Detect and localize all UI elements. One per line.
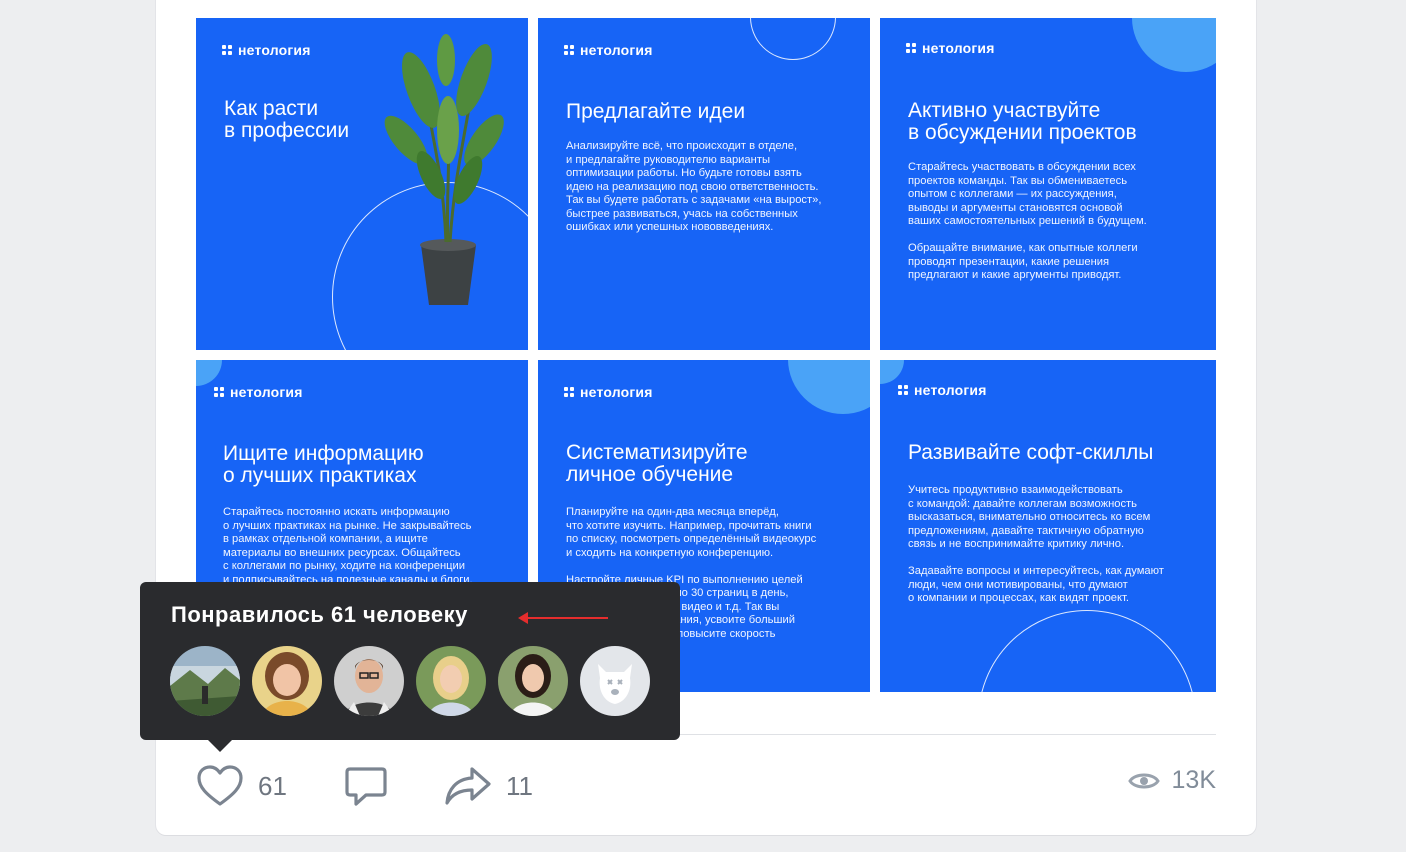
decor-circle [978,610,1196,692]
avatar[interactable] [416,646,486,716]
like-button[interactable]: 61 [196,764,287,808]
brand-logo: нетология [906,40,995,56]
slide-text: Старайтесь участвовать в обсуждении всех… [908,161,1147,281]
brand-logo: нетология [222,42,311,58]
plant-image [384,34,504,305]
slide-text: Учитесь продуктивно взаимодействовать с … [908,484,1164,604]
decor-circle [196,360,222,386]
slide-title: Систематизируйте личное обучение [566,441,748,486]
share-arrow-icon [445,767,491,805]
slide-title: Ищите информацию о лучших практиках [223,442,424,487]
slide-title: Активно участвуйте в обсуждении проектов [908,99,1137,144]
brand-logo: нетология [898,382,987,398]
brand-logo: нетология [564,384,653,400]
logo-icon [214,387,224,397]
decor-circle [788,360,870,414]
share-count: 11 [506,770,533,801]
likes-tooltip: Понравилось 61 человеку [140,582,680,752]
share-button[interactable]: 11 [444,766,533,806]
avatar[interactable] [334,646,404,716]
carousel-image-2[interactable]: нетология Предлагайте идеи Анализируйте … [538,18,870,350]
liker-avatars [170,646,650,716]
logo-icon [906,43,916,53]
carousel-image-1[interactable]: нетология Как расти в профессии [196,18,528,350]
brand-logo: нетология [564,42,653,58]
carousel-image-3[interactable]: нетология Активно участвуйте в обсуждени… [880,18,1216,350]
slide-title: Как расти в профессии [224,97,350,142]
brand-logo: нетология [214,384,303,400]
carousel-image-6[interactable]: нетология Развивайте софт-скиллы Учитесь… [880,360,1216,692]
views-counter: 13K [1127,766,1216,795]
logo-icon [898,385,908,395]
slide-title: Предлагайте идеи [566,100,746,123]
avatar[interactable] [498,646,568,716]
comment-button[interactable] [344,766,388,808]
decor-circle [750,18,836,60]
avatar[interactable] [252,646,322,716]
annotation-arrow [518,612,608,624]
decor-circle [1132,18,1216,72]
avatar[interactable] [170,646,240,716]
slide-text: Анализируйте всё, что происходит в отдел… [566,140,822,233]
like-count: 61 [258,770,287,801]
slide-title: Развивайте софт-скиллы [908,441,1154,464]
comment-icon [345,767,387,806]
logo-icon [222,45,232,55]
decor-circle [880,360,904,384]
eye-icon [1127,773,1160,788]
view-count: 13K [1171,766,1216,794]
likes-tooltip-title[interactable]: Понравилось 61 человеку [171,602,468,628]
default-avatar-icon[interactable] [580,646,650,716]
slide-text: Старайтесь постоянно искать информацию о… [223,506,473,586]
logo-icon [564,45,574,55]
heart-icon [197,765,243,806]
logo-icon [564,387,574,397]
